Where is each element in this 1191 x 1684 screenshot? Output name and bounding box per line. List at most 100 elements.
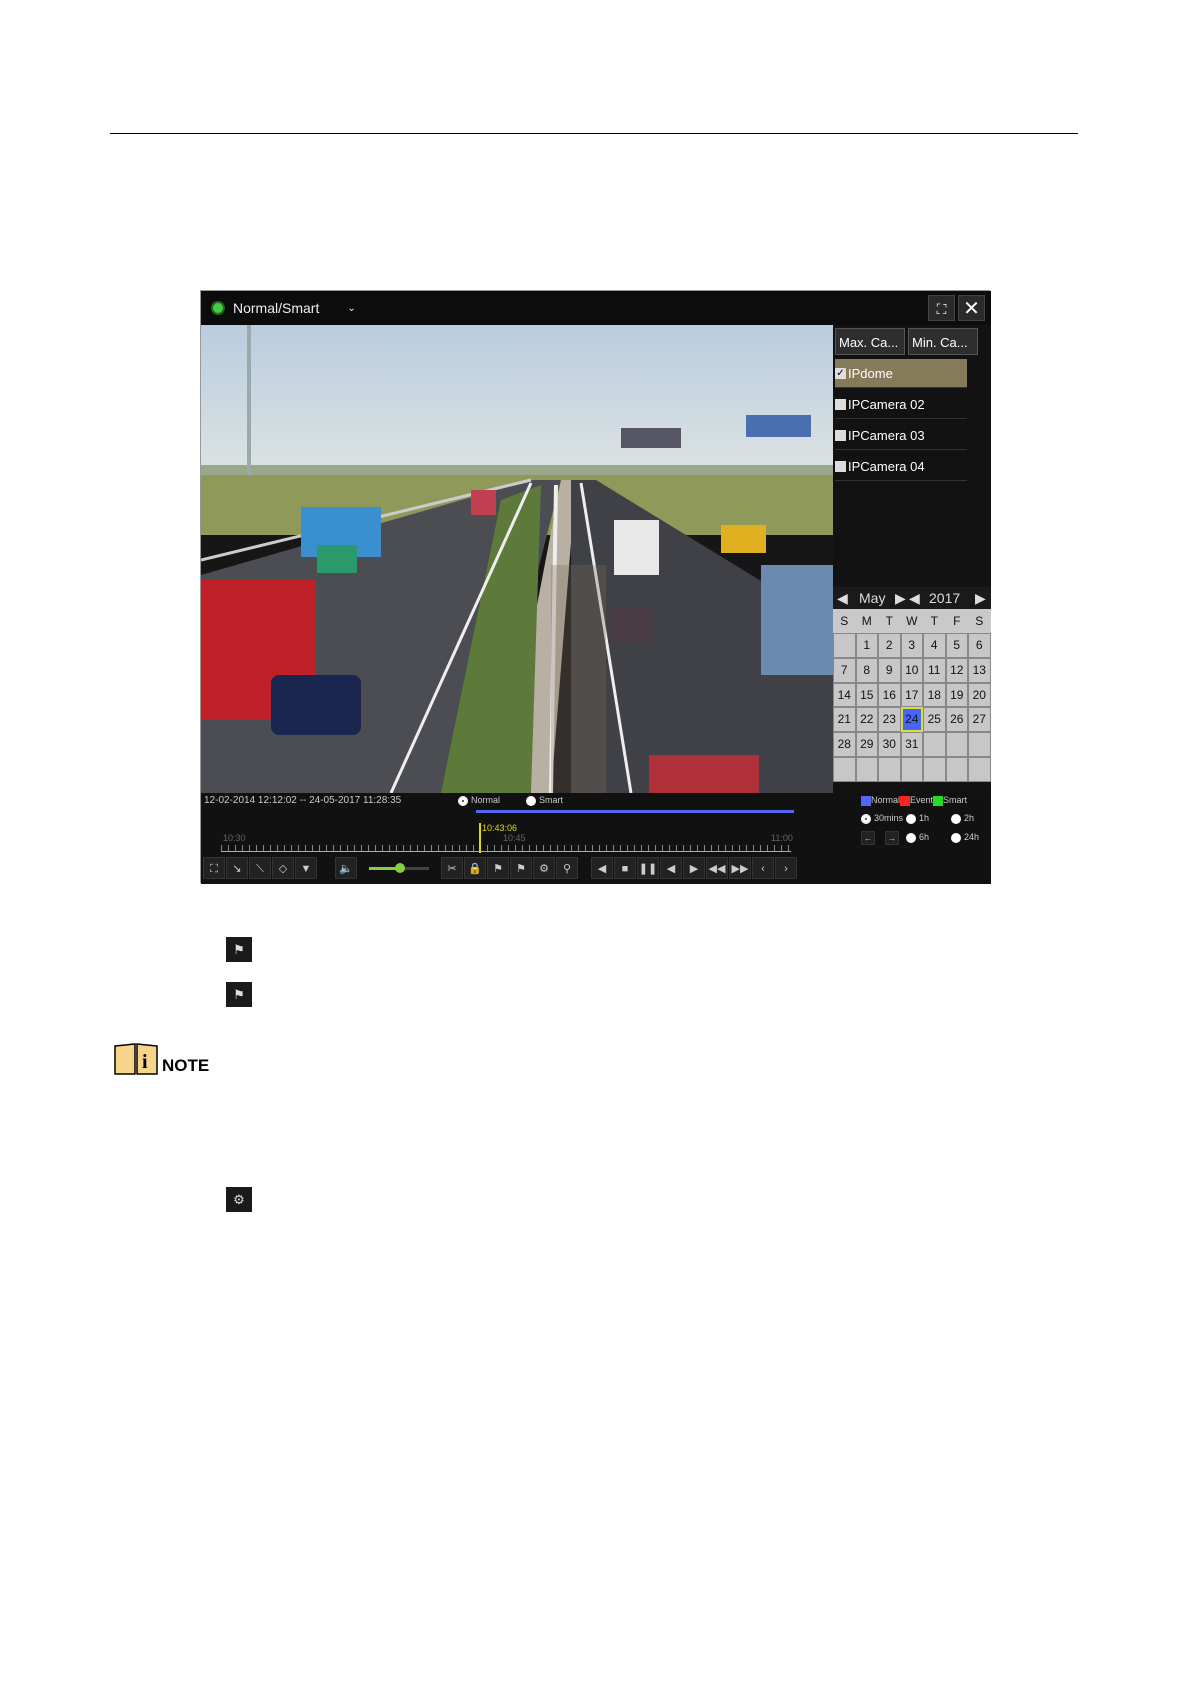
slow-icon[interactable]: ◀◀ [706, 857, 728, 879]
calendar-day[interactable]: 12 [945, 657, 968, 683]
scale-2h[interactable]: 2h [951, 813, 974, 824]
calendar-day[interactable]: 24 [900, 707, 923, 733]
add-default-tag-icon[interactable]: ⚑ [487, 857, 509, 879]
calendar-day[interactable]: 1 [855, 633, 878, 658]
next-day-icon[interactable]: › [775, 857, 797, 879]
radio-label: 6h [919, 832, 930, 842]
calendar-day[interactable]: 28 [833, 732, 856, 757]
prev-month-icon[interactable]: ◀ [837, 590, 848, 607]
search-icon[interactable]: ⚲ [556, 857, 578, 879]
line-tool-icon[interactable]: ⟍ [249, 857, 271, 879]
volume-slider[interactable] [369, 863, 429, 873]
area-tool-icon[interactable]: ◇ [272, 857, 294, 879]
gear-icon[interactable]: ⚙ [533, 857, 555, 879]
camera-item[interactable]: ✓ IPdome [835, 359, 967, 388]
calendar-day[interactable]: 6 [968, 633, 991, 658]
calendar-empty-cell [833, 633, 856, 658]
add-custom-tag-icon[interactable]: ⚑ [510, 857, 532, 879]
fullscreen-button[interactable]: ⛶ [928, 295, 955, 321]
fast-icon[interactable]: ▶▶ [729, 857, 751, 879]
max-camera-button[interactable]: Max. Ca... [835, 328, 905, 355]
scale-30mins[interactable]: 30mins [861, 813, 903, 824]
volume-icon[interactable]: 🔈 [335, 857, 357, 879]
checkbox-icon[interactable] [835, 460, 846, 472]
close-button[interactable]: ✕ [958, 295, 985, 321]
radio-selected-icon [458, 795, 468, 806]
highway-video-frame [201, 325, 833, 793]
weekday-row: SMTWTFS [833, 609, 991, 633]
calendar-day[interactable]: 16 [878, 682, 901, 708]
calendar-day[interactable]: 14 [833, 682, 856, 708]
calendar-day[interactable]: 13 [968, 657, 991, 683]
legend-swatch [933, 795, 944, 806]
scale-24h[interactable]: 24h [951, 832, 979, 843]
camera-item[interactable]: IPCamera 04 [835, 452, 967, 481]
mode-label: Normal/Smart [233, 300, 320, 316]
chevron-down-icon: ⌄ [347, 302, 356, 314]
calendar-day[interactable]: 17 [900, 682, 923, 708]
calendar-day[interactable]: 3 [900, 633, 923, 658]
calendar-day[interactable]: 30 [878, 732, 901, 757]
calendar-day[interactable]: 8 [855, 657, 878, 683]
prev-year-icon[interactable]: ◀ [909, 590, 920, 607]
camera-item[interactable]: IPCamera 02 [835, 390, 967, 419]
calendar-day[interactable]: 11 [923, 657, 946, 683]
next-year-icon[interactable]: ▶ [975, 590, 986, 607]
scroll-right-button[interactable]: → [885, 831, 899, 845]
full-screen-icon[interactable]: ⛶ [203, 857, 225, 879]
playhead[interactable] [479, 823, 481, 853]
calendar-day[interactable]: 7 [833, 657, 856, 683]
weekday-label: M [855, 609, 878, 633]
calendar-day[interactable]: 23 [878, 707, 901, 733]
next-month-icon[interactable]: ▶ [895, 590, 906, 607]
camera-item[interactable]: IPCamera 03 [835, 421, 967, 450]
min-camera-button[interactable]: Min. Ca... [908, 328, 978, 355]
calendar-day[interactable]: 29 [855, 732, 878, 757]
calendar-day[interactable]: 31 [900, 732, 923, 757]
volume-handle[interactable] [395, 863, 405, 873]
previous-day-icon[interactable]: ‹ [752, 857, 774, 879]
digital-zoom-icon[interactable]: ↘ [226, 857, 248, 879]
calendar-day[interactable]: 22 [855, 707, 878, 733]
calendar-day[interactable]: 2 [878, 633, 901, 658]
mode-dropdown[interactable]: Normal/Smart ⌄ [213, 300, 356, 316]
camera-name: IPdome [848, 365, 893, 381]
radio-selected-icon [861, 813, 871, 824]
calendar-day[interactable]: 4 [923, 633, 946, 658]
calendar-day[interactable]: 20 [968, 682, 991, 708]
rewind-30s-icon[interactable]: ◀ [660, 857, 682, 879]
filter-icon[interactable]: ▼ [295, 857, 317, 879]
scale-1h[interactable]: 1h [906, 813, 929, 824]
radio-icon [951, 813, 961, 824]
calendar-day[interactable]: 19 [945, 682, 968, 708]
calendar-day[interactable]: 21 [833, 707, 856, 733]
forward-30s-icon[interactable]: ▶ [683, 857, 705, 879]
checkbox-checked-icon[interactable]: ✓ [835, 367, 846, 379]
note-book-icon: i [114, 1043, 158, 1075]
checkbox-icon[interactable] [835, 429, 846, 441]
timeline-ruler[interactable] [221, 845, 791, 852]
scale-6h[interactable]: 6h [906, 832, 929, 843]
calendar-empty-cell [945, 732, 968, 757]
calendar-day[interactable]: 9 [878, 657, 901, 683]
normal-mode-radio[interactable]: Normal [458, 795, 500, 806]
calendar-day[interactable]: 10 [900, 657, 923, 683]
playback-window: Normal/Smart ⌄ ⛶ ✕ Max. Ca... Min. Ca...… [200, 290, 991, 884]
clip-icon[interactable]: ✂ [441, 857, 463, 879]
calendar-empty-cell [878, 756, 901, 782]
video-view[interactable] [201, 325, 833, 793]
calendar-day[interactable]: 25 [923, 707, 946, 733]
calendar-day[interactable]: 15 [855, 682, 878, 708]
calendar-day[interactable]: 27 [968, 707, 991, 733]
calendar-day[interactable]: 5 [945, 633, 968, 658]
checkbox-icon[interactable] [835, 398, 846, 410]
lock-file-icon[interactable]: 🔒 [464, 857, 486, 879]
calendar-day[interactable]: 26 [945, 707, 968, 733]
pause-icon[interactable]: ❚❚ [637, 857, 659, 879]
calendar-empty-cell [968, 756, 991, 782]
scroll-left-button[interactable]: ← [861, 831, 875, 845]
calendar-day[interactable]: 18 [923, 682, 946, 708]
smart-mode-radio[interactable]: Smart [526, 795, 563, 806]
stop-icon[interactable]: ■ [614, 857, 636, 879]
reverse-play-icon[interactable]: ◀ [591, 857, 613, 879]
